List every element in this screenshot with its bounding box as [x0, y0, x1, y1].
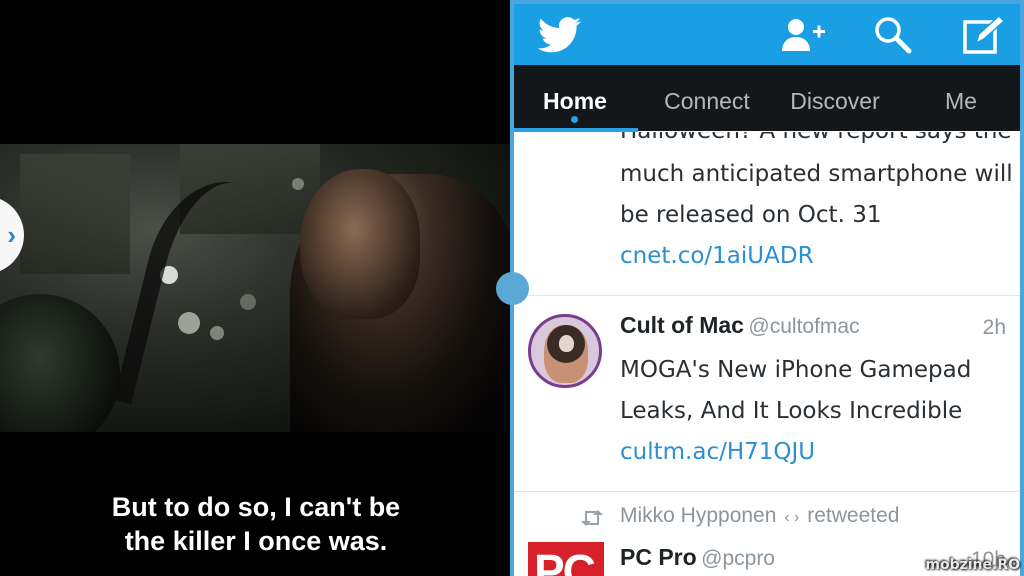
- tweet-author-name[interactable]: Cult of Mac: [620, 312, 744, 338]
- tweet-link[interactable]: cultm.ac/H71QJU: [620, 432, 815, 473]
- tweet-link[interactable]: cnet.co/1aiUADR: [620, 236, 814, 277]
- tab-connect[interactable]: Connect: [648, 65, 766, 131]
- video-subtitle: But to do so, I can't be the killer I on…: [0, 490, 512, 558]
- subtitle-line: But to do so, I can't be: [111, 492, 401, 522]
- retweeter-name[interactable]: Mikko Hypponen: [620, 504, 776, 527]
- tweet-text-line: MOGA's New iPhone Gamepad: [620, 357, 972, 383]
- tab-bar: Home Connect Discover Me: [514, 65, 1020, 131]
- video-frame[interactable]: [0, 144, 512, 432]
- tweet[interactable]: Halloween? A new report says the much an…: [514, 132, 1020, 294]
- tweet-text-line: much anticipated smartphone will: [620, 161, 1013, 187]
- twitter-action-bar: [514, 4, 1020, 65]
- retweet-marker: ‹ ›: [784, 509, 800, 526]
- add-user-icon[interactable]: [778, 12, 828, 58]
- tab-discover[interactable]: Discover: [776, 65, 894, 131]
- tweet-author-handle[interactable]: @cultofmac: [748, 315, 859, 338]
- home-timeline[interactable]: Halloween? A new report says the much an…: [514, 132, 1020, 576]
- tweet-text-line: Leaks, And It Looks Incredible: [620, 398, 963, 424]
- retweet-label: retweeted: [807, 504, 900, 527]
- video-player[interactable]: › But to do so, I can't be the killer I …: [0, 0, 512, 576]
- retweet-icon: [580, 508, 604, 533]
- tweet[interactable]: Cult of Mac @cultofmac 2h MOGA's New iPh…: [514, 296, 1020, 490]
- tweet-timestamp: 2h: [982, 316, 1006, 339]
- tweet-text-line: be released on Oct. 31: [620, 202, 882, 228]
- man-head: [300, 169, 420, 319]
- tweet-text-partial: Halloween? A new report says the: [620, 132, 1012, 152]
- tweet-author-handle[interactable]: @pcpro: [701, 547, 775, 570]
- chevron-right-icon: ›: [7, 220, 16, 250]
- watermark: mobzine.RO: [925, 557, 1020, 573]
- avatar-logo-text: PC: [534, 545, 596, 576]
- tab-me[interactable]: Me: [914, 65, 1008, 131]
- hooded-figure: [0, 294, 120, 432]
- tweet-author-name[interactable]: PC Pro: [620, 544, 697, 570]
- background-building: [20, 154, 130, 274]
- avatar[interactable]: [528, 314, 602, 388]
- tweet-header: Cult of Mac @cultofmac: [620, 312, 860, 339]
- twitter-app: Home Connect Discover Me Halloween? A ne…: [510, 0, 1024, 576]
- split-window-handle[interactable]: [496, 272, 529, 305]
- twitter-bird-icon[interactable]: [536, 12, 584, 58]
- tweet-header: PC Pro @pcpro: [620, 544, 775, 571]
- subtitle-line: the killer I once was.: [124, 526, 388, 556]
- avatar[interactable]: PC: [528, 542, 604, 576]
- compose-icon[interactable]: [960, 12, 1008, 58]
- light-bokeh: [292, 178, 304, 190]
- tab-indicator-dot: [571, 116, 578, 123]
- retweet-context: Mikko Hypponen ‹ › retweeted: [620, 504, 899, 528]
- search-icon[interactable]: [870, 12, 916, 58]
